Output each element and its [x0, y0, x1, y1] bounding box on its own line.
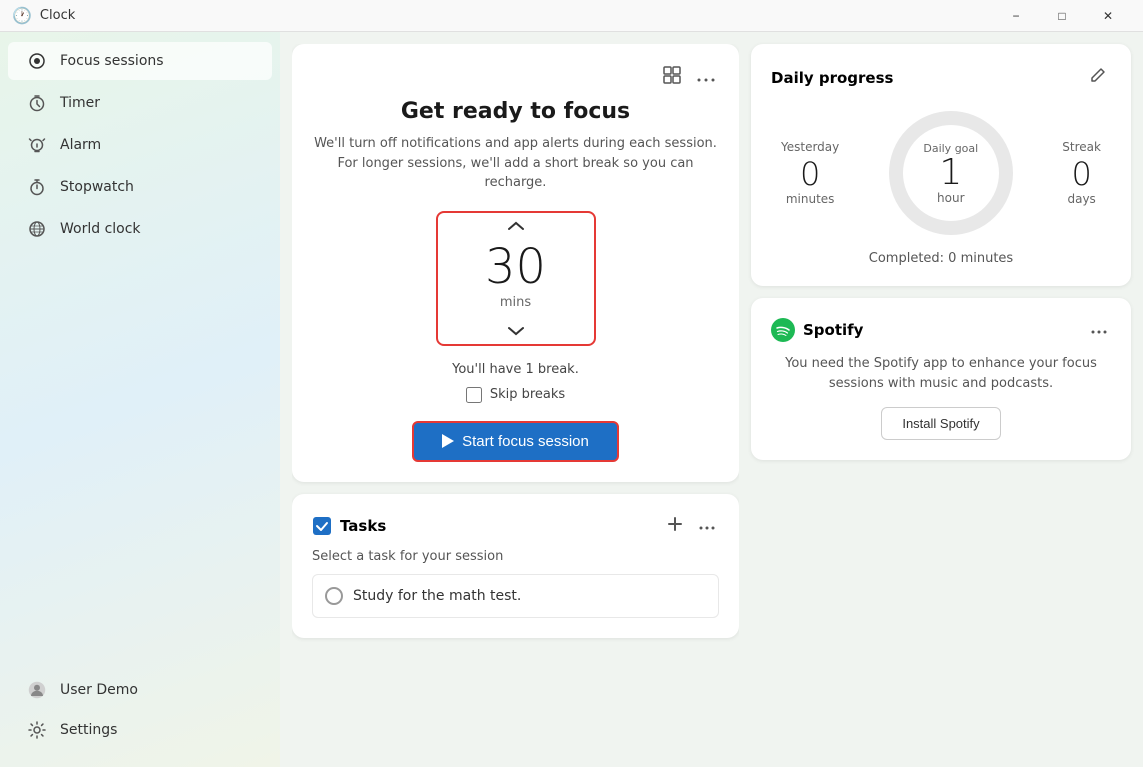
focus-card: Get ready to focus We'll turn off notifi…	[292, 44, 739, 482]
play-icon	[442, 434, 454, 448]
sidebar-item-label-world-clock: World clock	[60, 221, 141, 237]
tasks-more-options-btn[interactable]	[695, 515, 719, 537]
spotify-header: Spotify	[771, 318, 1111, 342]
yesterday-value: 0	[781, 158, 839, 190]
spotify-description: You need the Spotify app to enhance your…	[771, 354, 1111, 393]
progress-header: Daily progress	[771, 64, 1111, 91]
app-icon: 🕐	[12, 6, 32, 25]
break-text: You'll have 1 break.	[312, 362, 719, 377]
titlebar-controls: − □ ✕	[993, 0, 1131, 32]
sidebar-item-stopwatch[interactable]: Stopwatch	[8, 168, 272, 206]
timer-icon	[28, 94, 46, 112]
minimize-button[interactable]: −	[993, 0, 1039, 32]
yesterday-label: Yesterday	[781, 140, 839, 154]
stopwatch-icon	[28, 178, 46, 196]
yesterday-unit: minutes	[781, 192, 839, 206]
progress-stats: Yesterday 0 minutes Daily goal 1 hour	[771, 103, 1111, 243]
tasks-title: Tasks	[340, 517, 655, 535]
maximize-button[interactable]: □	[1039, 0, 1085, 32]
sidebar-bottom: User Demo Settings	[0, 669, 280, 759]
sidebar-item-alarm[interactable]: Alarm	[8, 126, 272, 164]
spotify-logo-area: Spotify	[771, 318, 863, 342]
sidebar-item-timer[interactable]: Timer	[8, 84, 272, 122]
focus-more-options-btn[interactable]	[693, 64, 719, 91]
sidebar-item-world-clock[interactable]: World clock	[8, 210, 272, 248]
sidebar-item-label-stopwatch: Stopwatch	[60, 179, 134, 195]
time-down-button[interactable]	[438, 318, 594, 344]
right-column: Daily progress Yesterday 0 minutes	[751, 44, 1131, 755]
tasks-check-icon	[312, 516, 332, 536]
focus-description: We'll turn off notifications and app ale…	[312, 134, 719, 193]
titlebar: 🕐 Clock − □ ✕	[0, 0, 1143, 32]
task-label: Study for the math test.	[353, 588, 521, 604]
focus-card-header	[312, 64, 719, 91]
sidebar-item-user[interactable]: User Demo	[8, 671, 272, 709]
progress-title: Daily progress	[771, 69, 893, 87]
sidebar-item-label-alarm: Alarm	[60, 137, 101, 153]
tasks-header: Tasks	[312, 514, 719, 539]
spotify-card: Spotify You need the Spotify app to enha…	[751, 298, 1131, 460]
focus-sessions-icon	[28, 52, 46, 70]
install-spotify-button[interactable]: Install Spotify	[881, 407, 1000, 440]
sidebar-item-label-timer: Timer	[60, 95, 100, 111]
daily-goal-value: 1	[923, 155, 978, 191]
start-focus-session-button[interactable]: Start focus session	[412, 421, 619, 462]
multiview-icon-btn[interactable]	[659, 64, 685, 91]
spotify-logo-icon	[771, 318, 795, 342]
daily-progress-card: Daily progress Yesterday 0 minutes	[751, 44, 1131, 286]
completed-text: Completed: 0 minutes	[771, 251, 1111, 266]
edit-progress-button[interactable]	[1085, 64, 1111, 91]
yesterday-stat: Yesterday 0 minutes	[781, 140, 839, 206]
streak-stat: Streak 0 days	[1062, 140, 1101, 206]
sidebar: Focus sessions Timer Alarm	[0, 32, 280, 767]
daily-goal-unit: hour	[923, 191, 978, 205]
sidebar-item-label-settings: Settings	[60, 722, 117, 738]
spotify-more-options-btn[interactable]	[1087, 319, 1111, 341]
streak-unit: days	[1062, 192, 1101, 206]
streak-label: Streak	[1062, 140, 1101, 154]
skip-breaks-label[interactable]: Skip breaks	[490, 387, 565, 402]
time-unit: mins	[500, 295, 531, 310]
sidebar-item-label-user: User Demo	[60, 682, 138, 698]
skip-breaks-checkbox[interactable]	[466, 387, 482, 403]
skip-breaks-container: Skip breaks	[312, 387, 719, 403]
app-title: Clock	[40, 8, 75, 23]
spotify-name: Spotify	[803, 321, 863, 339]
donut-chart: Daily goal 1 hour	[881, 103, 1021, 243]
sidebar-item-settings[interactable]: Settings	[8, 711, 272, 749]
titlebar-left: 🕐 Clock	[12, 6, 75, 25]
tasks-subtitle: Select a task for your session	[312, 549, 719, 564]
close-button[interactable]: ✕	[1085, 0, 1131, 32]
focus-title: Get ready to focus	[312, 99, 719, 124]
streak-value: 0	[1062, 158, 1101, 190]
app-body: Focus sessions Timer Alarm	[0, 32, 1143, 767]
main-content: Get ready to focus We'll turn off notifi…	[280, 32, 1143, 767]
user-avatar-icon	[28, 681, 46, 699]
time-value: 30	[485, 239, 546, 295]
sidebar-item-label-focus: Focus sessions	[60, 53, 164, 69]
time-up-button[interactable]	[438, 213, 594, 239]
time-picker: 30 mins	[436, 211, 596, 346]
task-radio[interactable]	[325, 587, 343, 605]
world-clock-icon	[28, 220, 46, 238]
add-task-button[interactable]	[663, 514, 687, 539]
task-item[interactable]: Study for the math test.	[312, 574, 719, 618]
start-button-label: Start focus session	[462, 433, 589, 450]
sidebar-item-focus-sessions[interactable]: Focus sessions	[8, 42, 272, 80]
left-column: Get ready to focus We'll turn off notifi…	[292, 44, 739, 755]
donut-center: Daily goal 1 hour	[923, 142, 978, 205]
settings-icon	[28, 721, 46, 739]
alarm-icon	[28, 136, 46, 154]
tasks-card: Tasks Select a task for your session Stu…	[292, 494, 739, 638]
